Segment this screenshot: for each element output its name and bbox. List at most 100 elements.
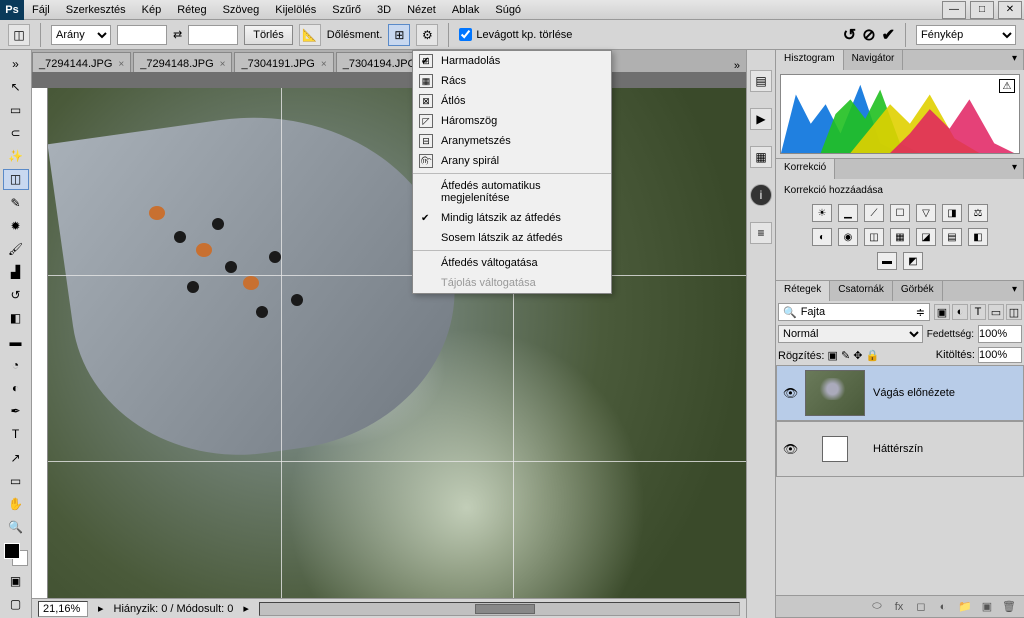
brush-tool[interactable]: 🖌 [3, 238, 29, 259]
move-tool[interactable]: ↖ [3, 76, 29, 97]
panel-menu-icon[interactable]: ▾ [1006, 281, 1024, 301]
tab-histogram[interactable]: Hisztogram [776, 50, 844, 70]
foreground-color-swatch[interactable] [4, 543, 20, 559]
screen-mode-icon[interactable]: ▢ [3, 594, 29, 615]
channel-mixer-icon[interactable]: ◫ [864, 228, 884, 246]
doc-tab[interactable]: _7294148.JPG× [133, 52, 232, 72]
maximize-button[interactable]: □ [970, 1, 994, 19]
photo-filter-icon[interactable]: ◉ [838, 228, 858, 246]
delete-layer-icon[interactable]: 🗑 [1000, 600, 1018, 613]
fill-input[interactable] [978, 347, 1022, 363]
zoom-menu-icon[interactable]: ▸ [98, 602, 104, 615]
tab-correction[interactable]: Korrekció [776, 159, 835, 179]
menu-help[interactable]: Súgó [487, 1, 529, 19]
adjustment-layer-icon[interactable]: ◐ [934, 601, 952, 613]
scroll-thumb[interactable] [475, 604, 535, 614]
opacity-input[interactable] [978, 325, 1022, 343]
never-show-overlay[interactable]: Sosem látszik az átfedés [413, 228, 611, 248]
properties-panel-icon[interactable]: ▦ [750, 146, 772, 168]
straighten-icon[interactable]: 📐 [299, 24, 321, 46]
filter-pixel-icon[interactable]: ▣ [934, 304, 950, 320]
bw-icon[interactable]: ◐ [812, 228, 832, 246]
layer-style-icon[interactable]: fx [890, 601, 908, 613]
overlay-golden-ratio[interactable]: ⊟Aranymetszés [413, 131, 611, 151]
hand-tool[interactable]: ✋ [3, 493, 29, 514]
color-lookup-icon[interactable]: ▦ [890, 228, 910, 246]
history-brush-tool[interactable]: ↺ [3, 285, 29, 306]
commit-crop-icon[interactable]: ✔ [882, 25, 895, 45]
eraser-tool[interactable]: ◧ [3, 308, 29, 329]
layer-thumbnail[interactable] [805, 370, 865, 416]
tab-paths[interactable]: Görbék [893, 281, 943, 301]
overlay-grid[interactable]: ▦Rács [413, 71, 611, 91]
eyedropper-tool[interactable]: ✎ [3, 192, 29, 213]
selective-color-icon[interactable]: ◩ [903, 252, 923, 270]
filter-smart-icon[interactable]: ◫ [1006, 304, 1022, 320]
hue-icon[interactable]: ◨ [942, 204, 962, 222]
crop-settings-icon[interactable]: ⚙ [416, 24, 438, 46]
info-panel-icon[interactable]: i [750, 184, 772, 206]
horizontal-scrollbar[interactable] [259, 602, 740, 616]
clone-stamp-tool[interactable]: ▟ [3, 262, 29, 283]
menu-window[interactable]: Ablak [444, 1, 488, 19]
tab-layers[interactable]: Rétegek [776, 281, 830, 301]
zoom-tool[interactable]: 🔍 [3, 516, 29, 537]
aspect-ratio-select[interactable]: Arány [51, 25, 111, 45]
history-panel-icon[interactable]: ▤ [750, 70, 772, 92]
crop-tool-preset-icon[interactable]: ◫ [8, 24, 30, 46]
overlay-golden-spiral[interactable]: ௹Arany spirál [413, 151, 611, 171]
doc-tab[interactable]: _7294144.JPG× [32, 52, 131, 72]
healing-brush-tool[interactable]: ✹ [3, 215, 29, 236]
blend-mode-select[interactable]: Normál [778, 325, 923, 343]
overlay-diagonal[interactable]: ⊠Átlós [413, 91, 611, 111]
vertical-ruler[interactable] [32, 88, 48, 598]
brightness-icon[interactable]: ☀ [812, 204, 832, 222]
filter-adjust-icon[interactable]: ◐ [952, 304, 968, 320]
panel-menu-icon[interactable]: ▾ [1006, 50, 1024, 70]
visibility-icon[interactable]: 👁 [783, 442, 797, 456]
levels-icon[interactable]: ▁ [838, 204, 858, 222]
lasso-tool[interactable]: ⊂ [3, 123, 29, 144]
menu-filter[interactable]: Szűrő [324, 1, 369, 19]
tab-overflow-icon[interactable]: » [728, 60, 746, 72]
dodge-tool[interactable]: ◐ [3, 377, 29, 398]
zoom-level[interactable]: 21,16% [38, 601, 88, 617]
gradient-map-icon[interactable]: ▬ [877, 252, 897, 270]
cycle-overlay[interactable]: Átfedés váltogatása [413, 253, 611, 273]
menu-edit[interactable]: Szerkesztés [58, 1, 134, 19]
gradient-tool[interactable]: ▬ [3, 331, 29, 352]
crop-height-input[interactable] [188, 25, 238, 45]
histogram-warning-icon[interactable]: ⚠ [999, 79, 1015, 93]
menu-text[interactable]: Szöveg [215, 1, 268, 19]
tab-channels[interactable]: Csatornák [830, 281, 893, 301]
artwork[interactable] [48, 88, 746, 598]
reset-crop-icon[interactable]: ↺ [843, 25, 856, 45]
layer-mask-icon[interactable]: ◻ [912, 600, 930, 613]
type-tool[interactable]: T [3, 424, 29, 445]
minimize-button[interactable]: — [942, 1, 966, 19]
tab-navigator[interactable]: Navigátor [844, 50, 904, 70]
marquee-tool[interactable]: ▭ [3, 99, 29, 120]
status-menu-icon[interactable]: ▸ [243, 602, 249, 615]
lock-transparency-icon[interactable]: ▣ [828, 350, 838, 362]
lock-pixels-icon[interactable]: ✎ [841, 350, 850, 362]
always-show-overlay[interactable]: ✔Mindig látszik az átfedés [413, 208, 611, 228]
crop-tool[interactable]: ◫ [3, 169, 29, 190]
lock-all-icon[interactable]: 🔒 [866, 350, 880, 362]
group-icon[interactable]: 📁 [956, 600, 974, 613]
layer-row[interactable]: 👁 Vágás előnézete [776, 365, 1024, 421]
actions-panel-icon[interactable]: ▶ [750, 108, 772, 130]
crop-width-input[interactable] [117, 25, 167, 45]
auto-show-overlay[interactable]: Átfedés automatikus megjelenítése [413, 176, 611, 208]
menu-image[interactable]: Kép [134, 1, 170, 19]
curves-icon[interactable]: ⟋ [864, 204, 884, 222]
menu-file[interactable]: Fájl [24, 1, 58, 19]
menu-3d[interactable]: 3D [369, 1, 399, 19]
quick-mask-icon[interactable]: ▣ [3, 571, 29, 592]
pen-tool[interactable]: ✒ [3, 401, 29, 422]
layer-row[interactable]: 👁 Háttérszín [776, 421, 1024, 477]
overlay-triangle[interactable]: ◸Háromszög [413, 111, 611, 131]
path-selection-tool[interactable]: ↗ [3, 447, 29, 468]
adjustments-panel-icon[interactable]: ≡ [750, 222, 772, 244]
threshold-icon[interactable]: ◧ [968, 228, 988, 246]
